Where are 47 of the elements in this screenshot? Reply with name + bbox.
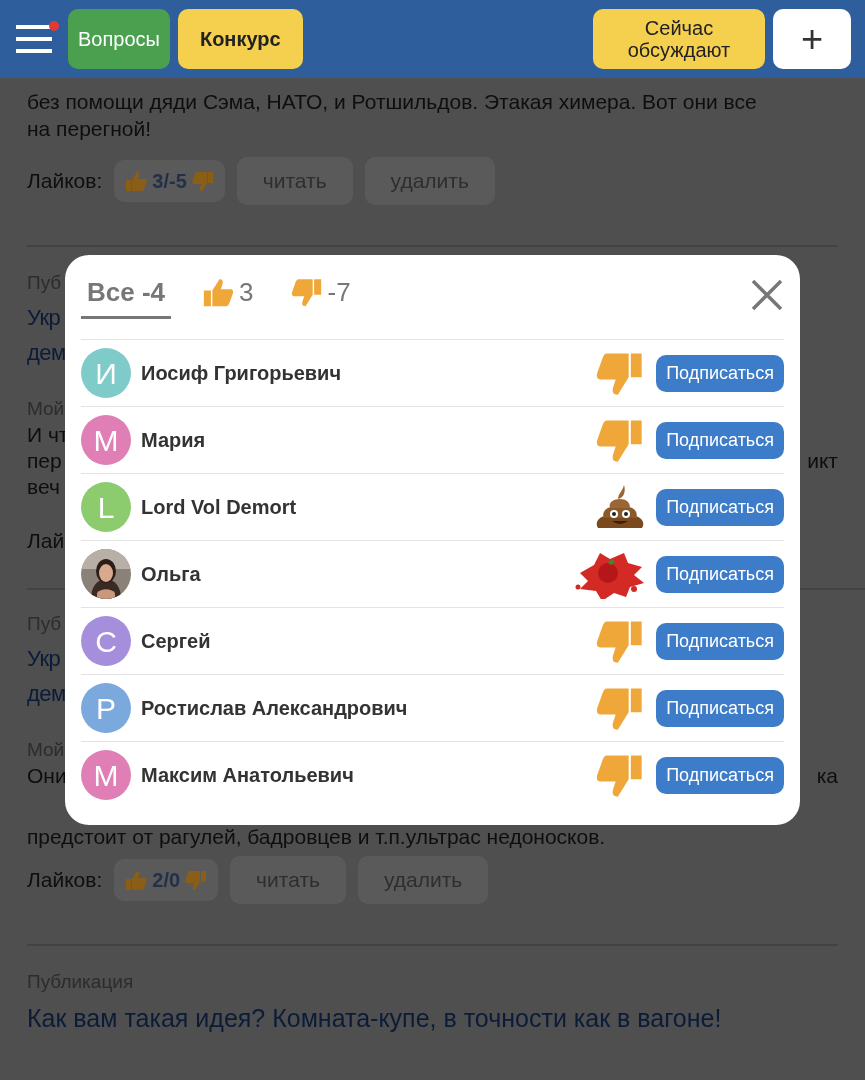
- add-button[interactable]: +: [773, 9, 851, 69]
- subscribe-button[interactable]: Подписаться: [656, 488, 784, 526]
- user-name[interactable]: Ростислав Александрович: [141, 693, 585, 723]
- likes-label: Лайков:: [27, 168, 103, 195]
- post-text: веч: [27, 474, 60, 500]
- user-name[interactable]: Ольга: [141, 559, 563, 589]
- user-name[interactable]: Максим Анатольевич: [141, 760, 585, 790]
- user-name[interactable]: Мария: [141, 425, 585, 455]
- nav-button[interactable]: Сейчас обсуждают: [593, 9, 765, 69]
- subscribe-button[interactable]: Подписаться: [656, 421, 784, 459]
- post-title: дем: [27, 339, 66, 367]
- avatar: М: [81, 415, 131, 465]
- user-name[interactable]: Иосиф Григорьевич: [141, 358, 585, 388]
- nav-button[interactable]: Вопросы: [68, 9, 170, 69]
- user-name[interactable]: Lord Vol Demort: [141, 492, 585, 522]
- avatar: Р: [81, 683, 131, 733]
- post-text-line: без помощи дяди Сэма, НАТО, и Ротшильдов. Этакая химера. Вот они все: [27, 89, 758, 115]
- post-text: ка: [816, 763, 838, 789]
- subscribe-button[interactable]: Подписаться: [656, 354, 784, 392]
- nav-button[interactable]: Конкурс: [177, 9, 303, 69]
- close-icon[interactable]: [750, 278, 784, 312]
- subscribe-button[interactable]: Подписаться: [656, 756, 784, 794]
- avatar: И: [81, 348, 131, 398]
- subscribe-button[interactable]: Подписаться: [656, 555, 784, 593]
- thumbs-down-icon: [184, 868, 209, 892]
- user-name[interactable]: Сергей: [141, 626, 585, 656]
- post-text: Они: [27, 763, 67, 789]
- likes-label: Лайков:: [27, 867, 103, 894]
- post-text-line: на перегной!: [27, 116, 153, 142]
- subscribe-button[interactable]: Подписаться: [656, 689, 784, 727]
- post-text: икт: [807, 448, 838, 474]
- subscribe-button[interactable]: Подписаться: [656, 622, 784, 660]
- post-title: дем: [27, 680, 66, 708]
- avatar: L: [81, 482, 131, 532]
- likes-label: Лай: [27, 528, 65, 554]
- avatar: М: [81, 750, 131, 800]
- filter-tab[interactable]: 3: [195, 271, 260, 319]
- filter-tab[interactable]: -7: [283, 271, 357, 319]
- avatar: С: [81, 616, 131, 666]
- post-title: Укр: [27, 304, 61, 332]
- post-text-line: предстоит от рагулей, бадровцев и т.п.ультрас недоносков.: [27, 824, 607, 850]
- thumbs-up-icon: [124, 868, 149, 892]
- post-title: Укр: [27, 645, 61, 673]
- thumbs-up-icon: [124, 169, 149, 193]
- post-text: пер: [27, 448, 62, 474]
- filter-tab[interactable]: Все -4: [81, 271, 172, 319]
- thumbs-down-icon: [190, 169, 215, 193]
